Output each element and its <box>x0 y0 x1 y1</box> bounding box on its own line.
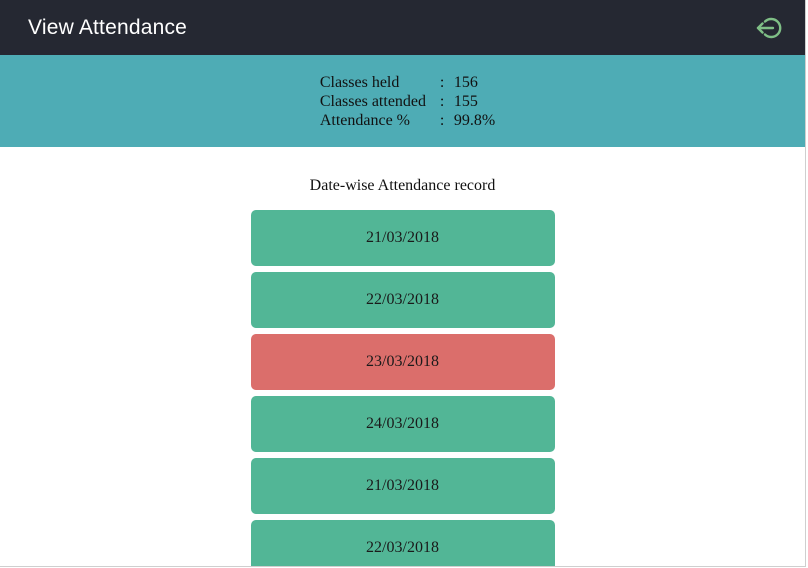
record-date: 22/03/2018 <box>366 539 439 556</box>
attendance-record-item[interactable]: 22/03/2018 <box>250 272 555 328</box>
page-title: View Attendance <box>28 15 188 39</box>
attendance-percent-label: Attendance % <box>319 111 411 129</box>
attendance-summary-table: Classes held : 156 Classes attended : 15… <box>320 73 495 130</box>
attendance-record-item[interactable]: 21/03/2018 <box>250 458 555 514</box>
attendance-summary-panel: Classes held : 156 Classes attended : 15… <box>0 55 805 147</box>
classes-attended-value: 155 <box>453 92 478 110</box>
attendance-percent-separator: : <box>439 111 445 129</box>
attendance-record-item[interactable]: 23/03/2018 <box>250 334 555 390</box>
attendance-record-list: 21/03/2018 22/03/2018 23/03/2018 24/03/2… <box>250 210 555 566</box>
record-date: 21/03/2018 <box>366 477 439 494</box>
classes-held-value: 156 <box>453 73 478 91</box>
records-section: Date-wise Attendance record 21/03/2018 2… <box>0 147 805 566</box>
record-date: 24/03/2018 <box>366 415 439 432</box>
records-heading: Date-wise Attendance record <box>309 177 496 194</box>
top-app-bar: View Attendance <box>0 0 805 55</box>
classes-held-separator: : <box>439 73 445 91</box>
classes-attended-label: Classes attended <box>319 92 427 110</box>
record-date: 22/03/2018 <box>366 291 439 308</box>
attendance-record-item[interactable]: 22/03/2018 <box>250 520 555 566</box>
attendance-record-item[interactable]: 21/03/2018 <box>250 210 555 266</box>
attendance-record-item[interactable]: 24/03/2018 <box>250 396 555 452</box>
classes-held-label: Classes held <box>319 73 400 91</box>
attendance-percent-value: 99.8% <box>453 111 496 129</box>
classes-attended-separator: : <box>439 92 445 110</box>
record-date: 23/03/2018 <box>366 353 439 370</box>
logout-button[interactable] <box>755 13 785 43</box>
record-date: 21/03/2018 <box>366 229 439 246</box>
attendance-screen: View Attendance Classes held : 156 Class… <box>0 0 806 567</box>
logout-icon <box>756 17 782 38</box>
